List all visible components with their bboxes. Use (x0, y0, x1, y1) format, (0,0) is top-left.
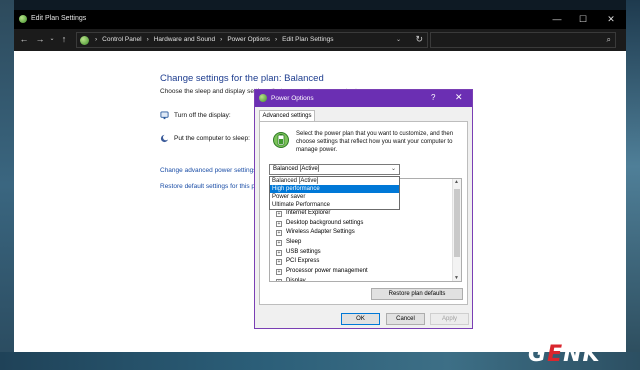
expand-plus-icon[interactable]: + (276, 240, 282, 247)
power-plan-dropdown-list: Balanced [Active] High performance Power s… (269, 176, 400, 210)
address-bar: ← → ⌄ ↑ › Control Panel › Hardware and S… (14, 29, 626, 51)
tree-item[interactable]: + Desktop background settings (276, 219, 368, 229)
settings-tree-scrollbar[interactable]: ▲ ▼ (452, 179, 461, 281)
plan-option[interactable]: Power saver (270, 193, 399, 201)
watermark-nk: NK (563, 342, 601, 367)
battery-power-icon (273, 132, 289, 148)
dialog-title-bar[interactable]: Power Options ? ✕ (255, 90, 472, 107)
dialog-description: Select the power plan that you want to c… (296, 131, 454, 153)
window-title: Edit Plan Settings (31, 15, 87, 22)
sleep-moon-icon (160, 134, 169, 143)
tree-item[interactable]: + Internet Explorer (276, 209, 368, 219)
breadcrumb-separator: › (220, 36, 223, 43)
tree-item-label: Processor power management (286, 268, 368, 275)
restore-plan-defaults-button[interactable]: Restore plan defaults (371, 288, 463, 300)
expand-plus-icon[interactable]: + (276, 278, 282, 281)
tree-item-label: Sleep (286, 239, 302, 246)
tree-item-label: Internet Explorer (286, 210, 331, 216)
tree-item[interactable]: + Processor power management (276, 267, 368, 277)
search-icon[interactable]: ⌕ (607, 35, 611, 45)
maximize-button[interactable]: ☐ (570, 13, 596, 26)
tree-item-label: Wireless Adapter Settings (286, 229, 355, 236)
selected-plan: Balanced [Active] (273, 166, 320, 172)
close-button[interactable]: ✕ (598, 13, 624, 26)
desktop-background-left (0, 0, 14, 370)
recent-locations-chevron-icon[interactable]: ⌄ (46, 33, 58, 46)
help-button[interactable]: ? (431, 93, 435, 102)
expand-plus-icon[interactable]: + (276, 269, 282, 276)
scrollbar-thumb[interactable] (454, 189, 460, 257)
breadcrumb-edit-plan-settings[interactable]: Edit Plan Settings (282, 36, 333, 43)
breadcrumb-control-panel[interactable]: Control Panel (102, 36, 141, 43)
expand-plus-icon[interactable]: + (276, 249, 282, 256)
search-input[interactable]: ⌕ (430, 32, 616, 48)
scroll-down-icon[interactable]: ▼ (454, 275, 459, 281)
sleep-label: Put the computer to sleep: (174, 135, 250, 142)
back-arrow-icon[interactable]: ← (18, 33, 30, 46)
display-label: Turn off the display: (174, 112, 231, 119)
control-panel-icon (80, 36, 89, 45)
power-options-icon (259, 94, 267, 102)
dialog-close-button[interactable]: ✕ (455, 92, 463, 103)
breadcrumb-separator: › (274, 36, 278, 43)
expand-plus-icon[interactable]: + (276, 259, 282, 266)
tree-item[interactable]: + PCI Express (276, 257, 368, 267)
tree-item-label: Display (286, 277, 306, 282)
watermark-g: G (528, 342, 548, 367)
breadcrumb[interactable]: › Control Panel › Hardware and Sound › P… (76, 32, 428, 48)
title-bar[interactable]: Edit Plan Settings — ☐ ✕ (14, 10, 626, 29)
tree-item-label: PCI Express (286, 258, 320, 265)
plan-option[interactable]: Ultimate Performance (270, 201, 399, 209)
scroll-up-icon[interactable]: ▲ (454, 179, 459, 185)
tree-item[interactable]: + Display (276, 277, 368, 282)
tree-item-label: USB settings (286, 248, 321, 255)
breadcrumb-hardware-and-sound[interactable]: Hardware and Sound (154, 36, 215, 43)
breadcrumb-separator: › (95, 36, 98, 43)
expand-plus-icon[interactable]: + (276, 211, 282, 217)
dialog-title: Power Options (271, 95, 314, 102)
plan-option[interactable]: Balanced [Active] (270, 177, 399, 185)
expand-plus-icon[interactable]: + (276, 230, 282, 237)
address-dropdown-icon[interactable]: ⌄ (396, 36, 401, 43)
plan-option[interactable]: High performance (270, 185, 399, 193)
ok-button[interactable]: OK (341, 313, 380, 325)
minimize-button[interactable]: — (544, 13, 570, 26)
genk-watermark-logo: GENK (528, 342, 601, 367)
power-options-dialog: Power Options ? ✕ Advanced settings Sele… (254, 89, 473, 329)
tree-item[interactable]: + USB settings (276, 248, 368, 258)
restore-defaults-link[interactable]: Restore default settings for this plan (160, 183, 264, 190)
up-arrow-icon[interactable]: ↑ (58, 33, 70, 46)
desktop-background-right (626, 0, 640, 370)
power-options-icon (19, 15, 27, 23)
tree-item[interactable]: + Sleep (276, 238, 368, 248)
tree-item-label: Desktop background settings (286, 219, 364, 226)
power-plan-select[interactable]: Balanced [Active] ⌄ (269, 164, 400, 175)
breadcrumb-power-options[interactable]: Power Options (227, 36, 270, 43)
watermark-e: E (547, 342, 564, 367)
monitor-icon (160, 111, 169, 120)
chevron-down-icon: ⌄ (390, 166, 396, 172)
page-title: Change settings for the plan: Balanced (160, 73, 324, 84)
tree-item[interactable]: + Wireless Adapter Settings (276, 228, 368, 238)
advanced-settings-link[interactable]: Change advanced power settings (160, 167, 256, 174)
apply-button[interactable]: Apply (430, 313, 469, 325)
cancel-button[interactable]: Cancel (386, 313, 425, 325)
refresh-icon[interactable]: ↻ (415, 34, 423, 45)
advanced-settings-panel: Select the power plan that you want to c… (259, 121, 468, 305)
forward-arrow-icon[interactable]: → (34, 33, 46, 46)
breadcrumb-separator: › (146, 36, 149, 43)
expand-plus-icon[interactable]: + (276, 220, 282, 227)
